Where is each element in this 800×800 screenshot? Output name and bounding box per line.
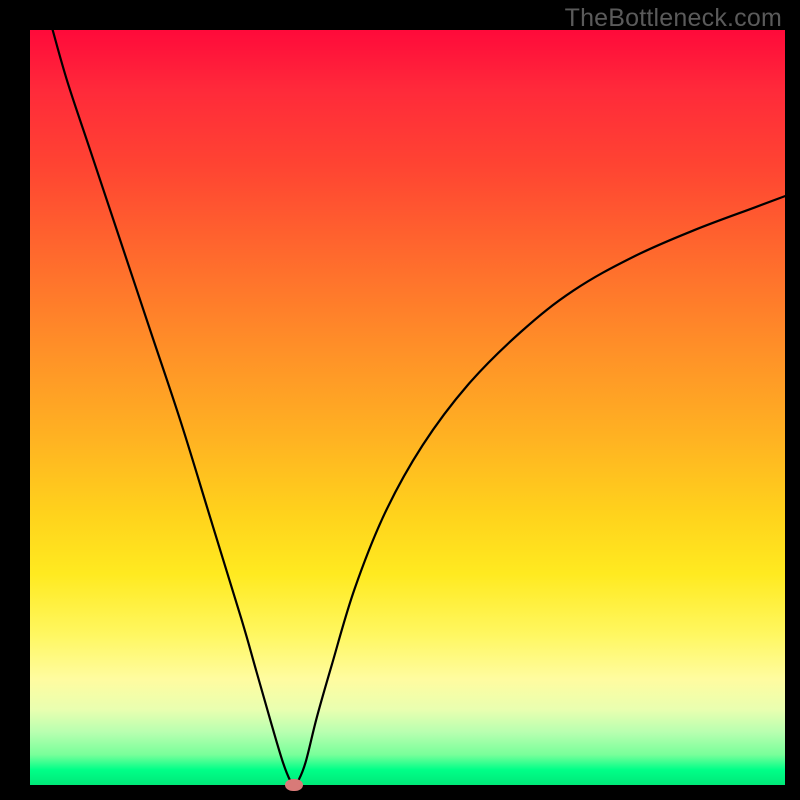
plot-area	[30, 30, 785, 785]
minimum-marker	[285, 779, 303, 791]
watermark-label: TheBottleneck.com	[565, 4, 782, 33]
bottleneck-curve	[30, 30, 785, 785]
chart-container: TheBottleneck.com	[0, 0, 800, 800]
